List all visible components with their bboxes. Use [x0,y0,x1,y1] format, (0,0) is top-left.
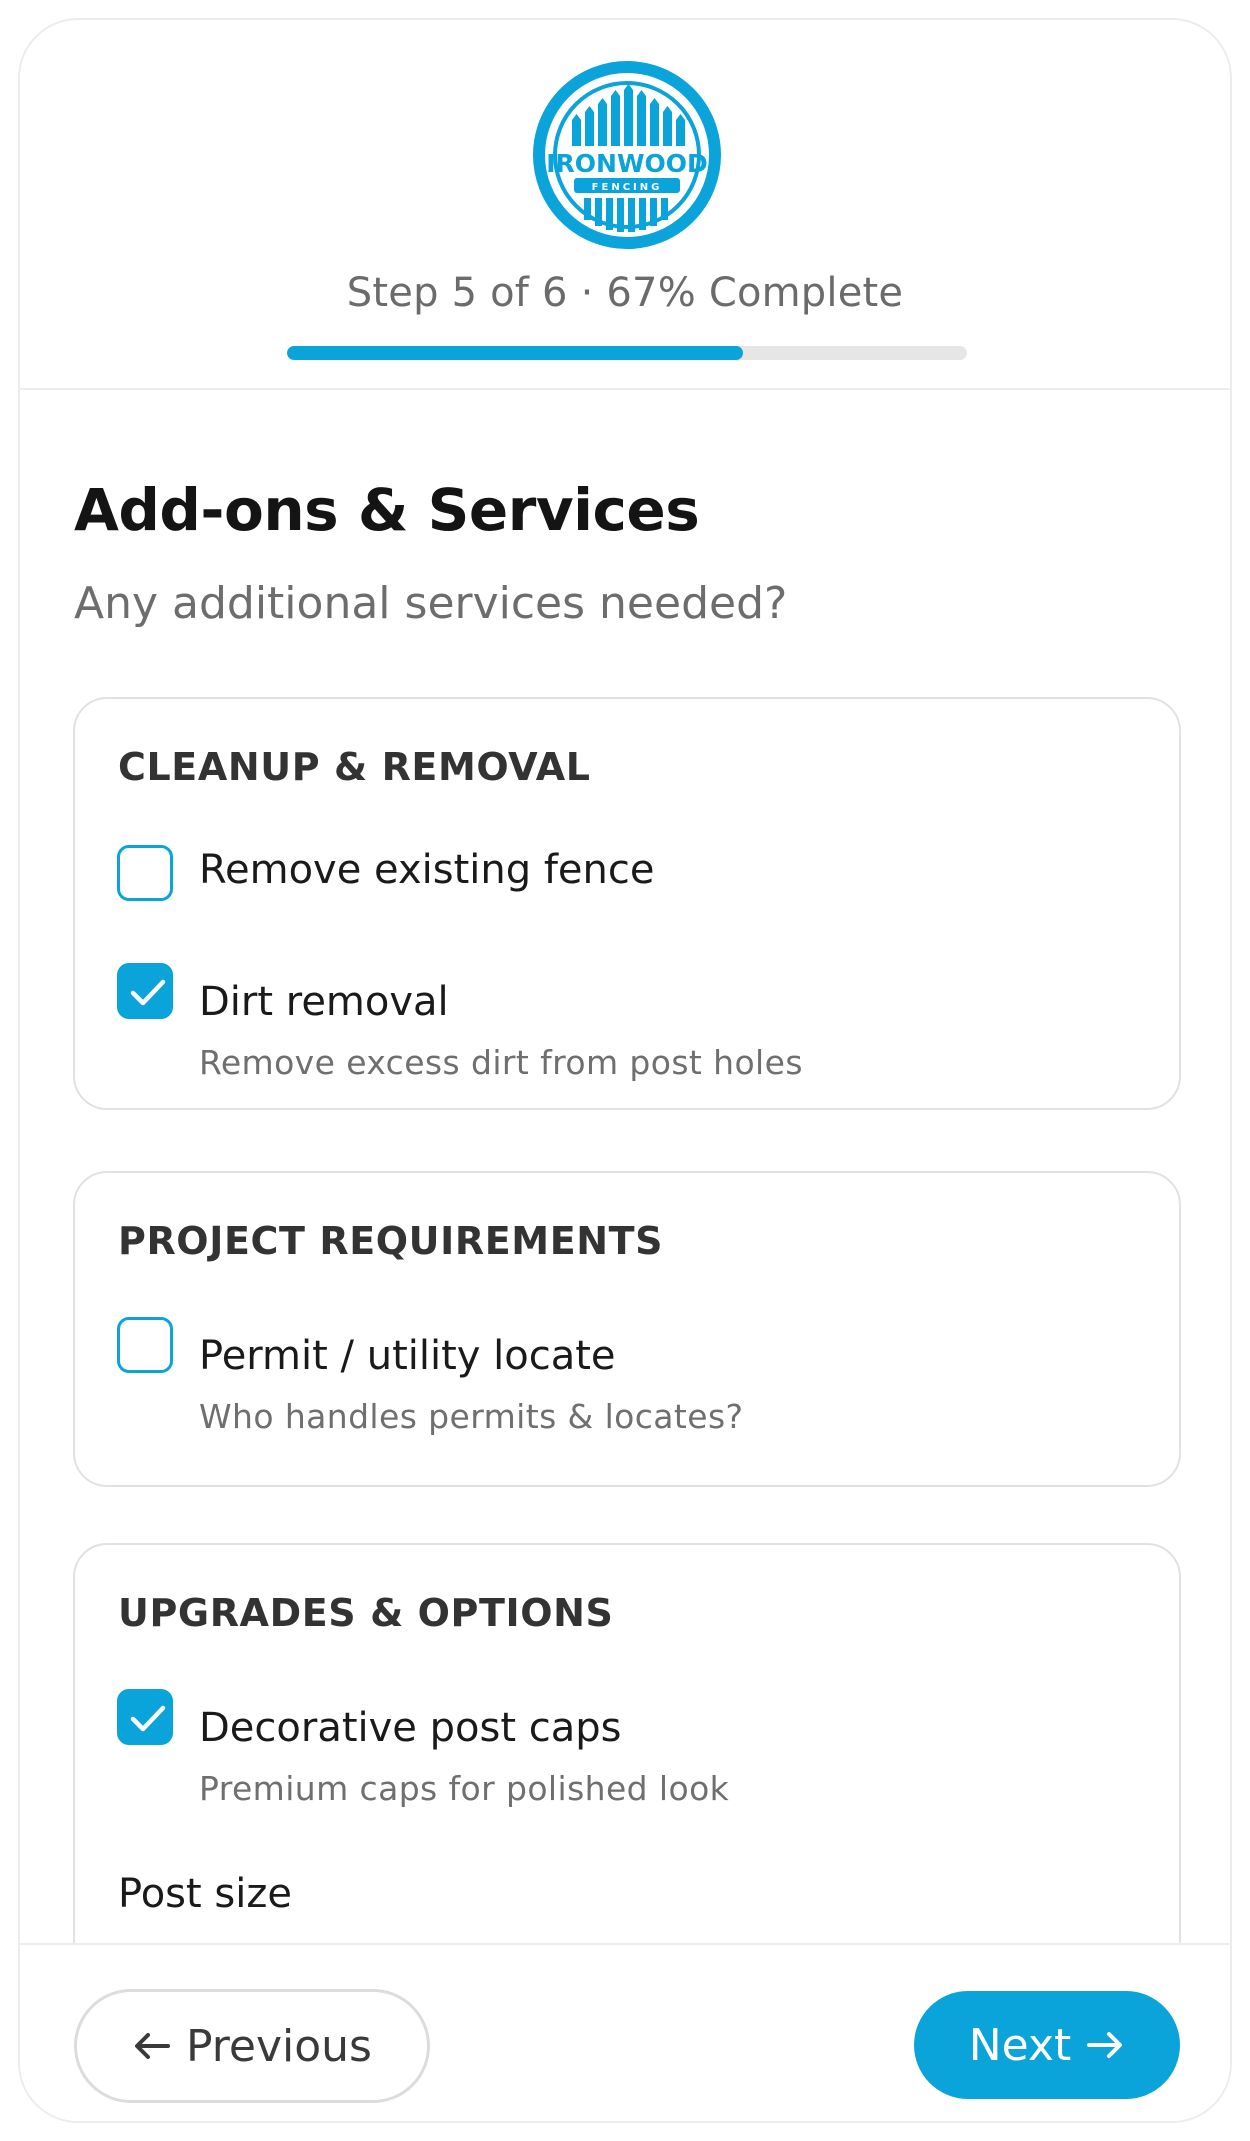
section-cleanup-removal: CLEANUP & REMOVAL Remove existing fence … [73,697,1181,1110]
next-button-label: Next [968,2019,1072,2071]
next-button[interactable]: Next [914,1991,1180,2099]
wizard-card: IRONWOOD FENCING Step 5 of 6 · 67% Compl… [18,18,1232,2123]
page-title: Add-ons & Services [74,476,700,544]
progress-bar-fill [287,346,743,360]
checkmark-icon [130,979,166,1006]
svg-text:IRONWOOD: IRONWOOD [546,149,708,178]
arrow-right-icon [1087,2032,1123,2058]
option-permit-utility-locate[interactable]: Permit / utility locate Who handles perm… [117,1317,1159,1447]
arrow-left-icon [135,2033,171,2059]
page-subtitle: Any additional services needed? [74,578,788,629]
progress-bar [287,346,967,360]
previous-button[interactable]: Previous [74,1989,430,2103]
option-remove-existing-fence[interactable]: Remove existing fence [117,845,1159,905]
option-description: Premium caps for polished look [199,1769,730,1808]
wizard-header: IRONWOOD FENCING Step 5 of 6 · 67% Compl… [20,20,1230,390]
option-description: Remove excess dirt from post holes [199,1043,803,1082]
step-progress-text: Step 5 of 6 · 67% Complete [346,270,904,316]
option-dirt-removal[interactable]: Dirt removal Remove excess dirt from pos… [117,963,1159,1093]
section-project-requirements: PROJECT REQUIREMENTS Permit / utility lo… [73,1171,1181,1487]
wizard-content: Add-ons & Services Any additional servic… [20,390,1230,1943]
section-title: PROJECT REQUIREMENTS [118,1219,664,1263]
option-label: Remove existing fence [199,847,655,893]
section-title: CLEANUP & REMOVAL [118,745,591,789]
dirt-removal-checkbox[interactable] [117,963,173,1019]
checkmark-icon [130,1705,166,1732]
section-title: UPGRADES & OPTIONS [118,1591,614,1635]
option-label: Permit / utility locate [199,1333,616,1379]
svg-text:FENCING: FENCING [592,182,663,193]
previous-button-label: Previous [186,2020,372,2072]
option-label: Decorative post caps [199,1705,622,1751]
section-upgrades-options: UPGRADES & OPTIONS Decorative post caps … [73,1543,1181,1943]
option-decorative-post-caps[interactable]: Decorative post caps Premium caps for po… [117,1689,1159,1819]
decorative-post-caps-checkbox[interactable] [117,1689,173,1745]
permit-utility-locate-checkbox[interactable] [117,1317,173,1373]
ironwood-fencing-logo: IRONWOOD FENCING [533,61,721,249]
remove-existing-fence-checkbox[interactable] [117,845,173,901]
option-label: Dirt removal [199,979,449,1025]
post-size-label: Post size [118,1871,292,1917]
option-description: Who handles permits & locates? [199,1397,744,1436]
wizard-footer: Previous Next [20,1943,1230,2121]
